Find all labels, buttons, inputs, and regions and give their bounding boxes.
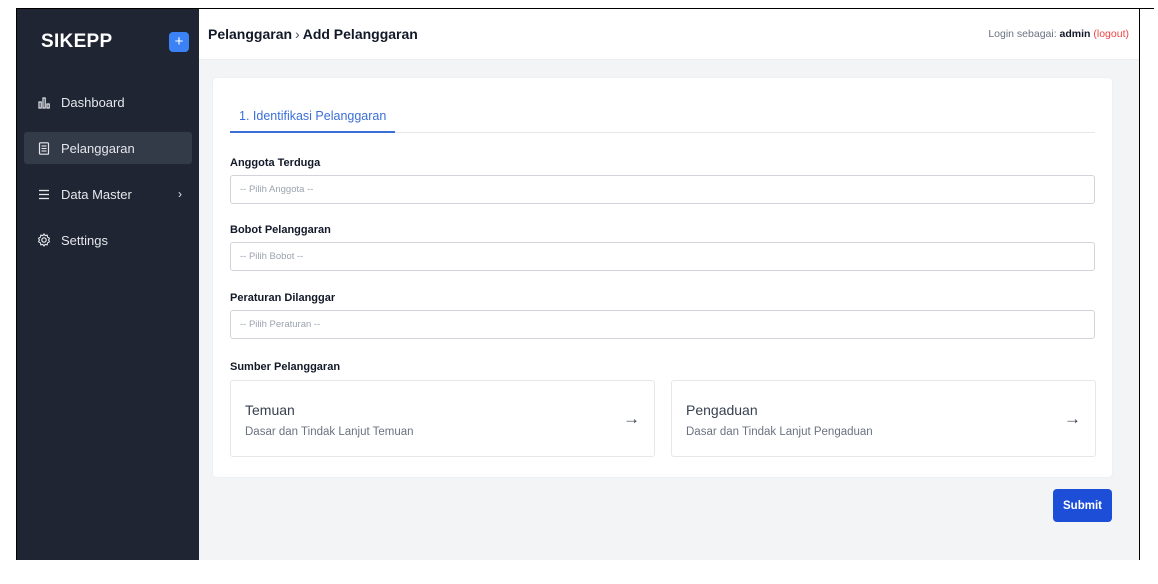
sidebar-item-label: Data Master bbox=[61, 186, 132, 202]
submit-button[interactable]: Submit bbox=[1053, 489, 1112, 522]
sidebar-item-pelanggaran[interactable]: Pelanggaran bbox=[24, 132, 192, 164]
sidebar-item-settings[interactable]: Settings bbox=[24, 224, 192, 256]
arrow-right-icon: → bbox=[1064, 409, 1081, 428]
source-description: Dasar dan Tindak Lanjut Temuan bbox=[245, 426, 414, 438]
sidebar-item-label: Settings bbox=[61, 232, 108, 248]
main-content: Pelanggaran › Add Pelanggaran Login sebaga… bbox=[199, 9, 1139, 560]
top-bar: Pelanggaran › Add Pelanggaran Login sebaga… bbox=[199, 9, 1139, 60]
logout-link[interactable]: (logout) bbox=[1093, 28, 1129, 40]
sidebar-item-dashboard[interactable]: Dashboard bbox=[24, 86, 192, 118]
bobot-pelanggaran-select[interactable]: -- Pilih Bobot -- bbox=[230, 242, 1095, 271]
source-temuan-card[interactable]: Temuan Dasar dan Tindak Lanjut Temuan → bbox=[230, 380, 655, 457]
source-title: Temuan bbox=[245, 402, 295, 418]
document-icon bbox=[37, 141, 51, 155]
anggota-terduga-label: Anggota Terduga bbox=[230, 157, 321, 169]
arrow-right-icon: → bbox=[623, 409, 640, 428]
source-title: Pengaduan bbox=[686, 402, 758, 418]
add-button[interactable]: + bbox=[169, 32, 189, 52]
breadcrumb-current: Add Pelanggaran bbox=[302, 26, 418, 42]
brand-name: SIKEPP bbox=[41, 31, 113, 52]
breadcrumb: Pelanggaran › Add Pelanggaran bbox=[208, 26, 418, 42]
gear-icon bbox=[37, 233, 51, 247]
sidebar-item-label: Dashboard bbox=[61, 94, 125, 110]
breadcrumb-parent[interactable]: Pelanggaran bbox=[208, 26, 292, 42]
bobot-pelanggaran-label: Bobot Pelanggaran bbox=[230, 224, 331, 236]
sidebar-item-label: Pelanggaran bbox=[61, 140, 135, 156]
anggota-terduga-select[interactable]: -- Pilih Anggota -- bbox=[230, 175, 1095, 204]
source-description: Dasar dan Tindak Lanjut Pengaduan bbox=[686, 426, 873, 438]
login-info: Login sebagai: admin (logout) bbox=[988, 28, 1129, 40]
breadcrumb-separator: › bbox=[295, 26, 300, 42]
tab-identifikasi-pelanggaran[interactable]: 1. Identifikasi Pelanggaran bbox=[230, 106, 396, 133]
sidebar-nav: Dashboard Pelanggaran Data Master › Sett… bbox=[17, 86, 199, 256]
chevron-right-icon: › bbox=[178, 187, 182, 201]
brand: SIKEPP + bbox=[17, 16, 199, 68]
peraturan-dilanggar-select[interactable]: -- Pilih Peraturan -- bbox=[230, 310, 1095, 339]
login-user: admin bbox=[1059, 28, 1091, 40]
frame-right-border bbox=[1139, 8, 1140, 560]
sumber-pelanggaran-label: Sumber Pelanggaran bbox=[230, 361, 341, 373]
sidebar: SIKEPP + Dashboard Pelanggaran Data Mast… bbox=[17, 9, 199, 560]
sidebar-item-data-master[interactable]: Data Master › bbox=[24, 178, 192, 210]
app-window: SIKEPP + Dashboard Pelanggaran Data Mast… bbox=[17, 9, 1139, 560]
tab-bar: 1. Identifikasi Pelanggaran bbox=[230, 106, 1095, 133]
source-pengaduan-card[interactable]: Pengaduan Dasar dan Tindak Lanjut Pengad… bbox=[671, 380, 1096, 457]
form-card: 1. Identifikasi Pelanggaran Anggota Terd… bbox=[213, 78, 1112, 477]
menu-icon bbox=[37, 187, 51, 201]
chart-icon bbox=[37, 95, 51, 109]
peraturan-dilanggar-label: Peraturan Dilanggar bbox=[230, 292, 336, 304]
login-prefix: Login sebagai: bbox=[988, 28, 1057, 40]
